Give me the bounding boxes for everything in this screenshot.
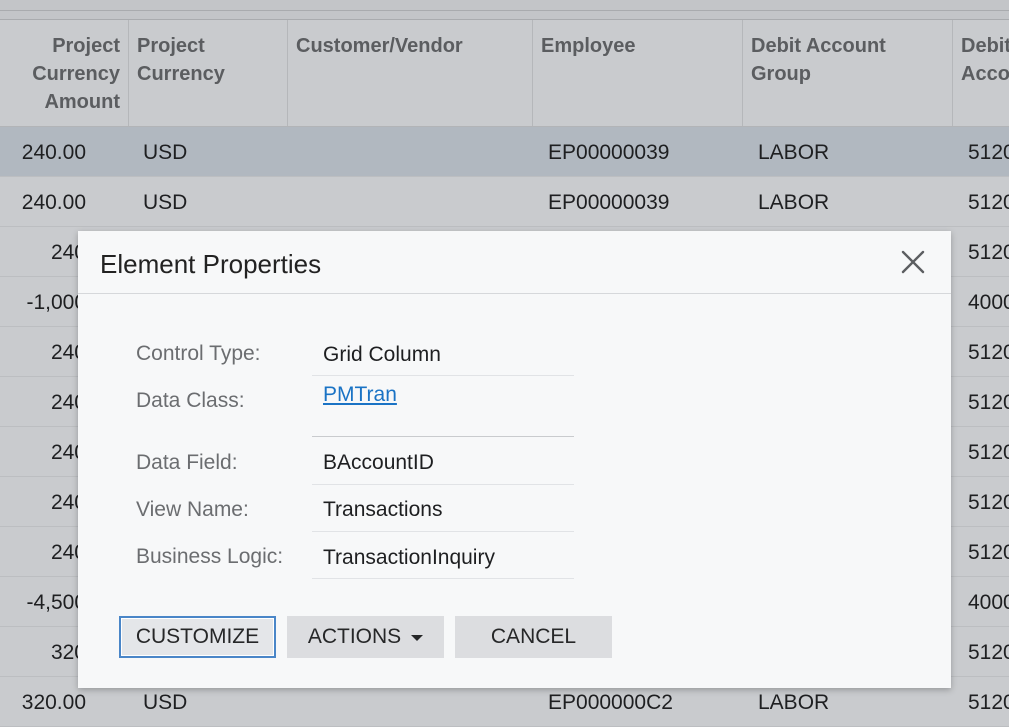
data-class-label: Data Class:	[136, 389, 245, 412]
view-name-value: Transactions	[323, 498, 443, 521]
debit-account-cell: 5120	[968, 641, 1009, 664]
column-header-project-currency-amount[interactable]: Project Currency Amount	[0, 20, 129, 126]
grid-header: Project Currency Amount Project Currency…	[0, 20, 1009, 127]
actions-dropdown-button[interactable]: ACTIONS	[287, 616, 444, 658]
currency-cell: USD	[143, 141, 188, 164]
business-logic-label: Business Logic:	[136, 545, 284, 568]
account-group-cell: LABOR	[758, 691, 830, 714]
debit-account-cell: 5120	[968, 241, 1009, 264]
customize-button-label: CUSTOMIZE	[135, 625, 260, 648]
cancel-button-label: CANCEL	[490, 625, 577, 648]
business-logic-value: TransactionInquiry	[323, 546, 495, 569]
actions-button-label: ACTIONS	[307, 625, 402, 648]
dialog-title: Element Properties	[100, 249, 322, 279]
table-row[interactable]: 240.00 USD EP00000039 LABOR 5120	[0, 127, 1009, 177]
amount-cell: -4,500	[26, 591, 86, 614]
property-separator	[312, 531, 574, 532]
debit-account-cell: 4000	[968, 291, 1009, 314]
column-header-debit-account-group[interactable]: Debit Account Group	[743, 20, 953, 126]
property-separator	[312, 375, 574, 376]
customize-button[interactable]: CUSTOMIZE	[119, 616, 276, 658]
employee-cell: EP00000039	[548, 191, 670, 214]
data-class-link[interactable]: PMTran	[323, 383, 397, 407]
chevron-down-icon	[411, 635, 424, 641]
close-icon[interactable]	[898, 247, 928, 277]
amount-cell: 240	[50, 391, 86, 414]
amount-cell: 240	[50, 541, 86, 564]
amount-cell: 320.00	[21, 691, 86, 714]
debit-account-cell: 5120	[968, 491, 1009, 514]
amount-cell: 240	[50, 241, 86, 264]
debit-account-cell: 5120	[968, 691, 1009, 714]
account-group-cell: LABOR	[758, 191, 830, 214]
data-field-label: Data Field:	[136, 451, 238, 474]
amount-cell: 240.00	[21, 141, 86, 164]
view-name-label: View Name:	[136, 498, 249, 521]
amount-cell: 240	[50, 491, 86, 514]
debit-account-cell: 5120	[968, 391, 1009, 414]
amount-cell: 320	[50, 641, 86, 664]
account-group-cell: LABOR	[758, 141, 830, 164]
property-separator	[312, 578, 574, 579]
data-field-value: BAccountID	[323, 451, 434, 474]
debit-account-cell: 5120	[968, 141, 1009, 164]
debit-account-cell: 5120	[968, 441, 1009, 464]
cancel-button[interactable]: CANCEL	[455, 616, 612, 658]
amount-cell: -1,000	[26, 291, 86, 314]
property-separator	[312, 436, 574, 437]
amount-cell: 240	[50, 341, 86, 364]
dialog-header: Element Properties	[78, 231, 951, 294]
debit-account-cell: 5120	[968, 541, 1009, 564]
element-properties-dialog: Element Properties Control Type: Grid Co…	[78, 231, 951, 688]
debit-account-cell: 5120	[968, 341, 1009, 364]
property-separator	[312, 484, 574, 485]
control-type-value: Grid Column	[323, 343, 441, 366]
toolbar-divider	[0, 10, 1009, 11]
table-row[interactable]: 240.00 USD EP00000039 LABOR 5120	[0, 177, 1009, 227]
column-header-customer-vendor[interactable]: Customer/Vendor	[288, 20, 533, 126]
employee-cell: EP00000039	[548, 141, 670, 164]
employee-cell: EP000000C2	[548, 691, 673, 714]
debit-account-cell: 5120	[968, 191, 1009, 214]
column-header-project-currency[interactable]: Project Currency	[129, 20, 288, 126]
currency-cell: USD	[143, 691, 188, 714]
amount-cell: 240	[50, 441, 86, 464]
column-header-debit-account[interactable]: Debit Acco	[953, 20, 1009, 126]
column-header-employee[interactable]: Employee	[533, 20, 743, 126]
debit-account-cell: 4000	[968, 591, 1009, 614]
control-type-label: Control Type:	[136, 342, 261, 365]
amount-cell: 240.00	[21, 191, 86, 214]
top-toolbar	[0, 0, 1009, 20]
currency-cell: USD	[143, 191, 188, 214]
